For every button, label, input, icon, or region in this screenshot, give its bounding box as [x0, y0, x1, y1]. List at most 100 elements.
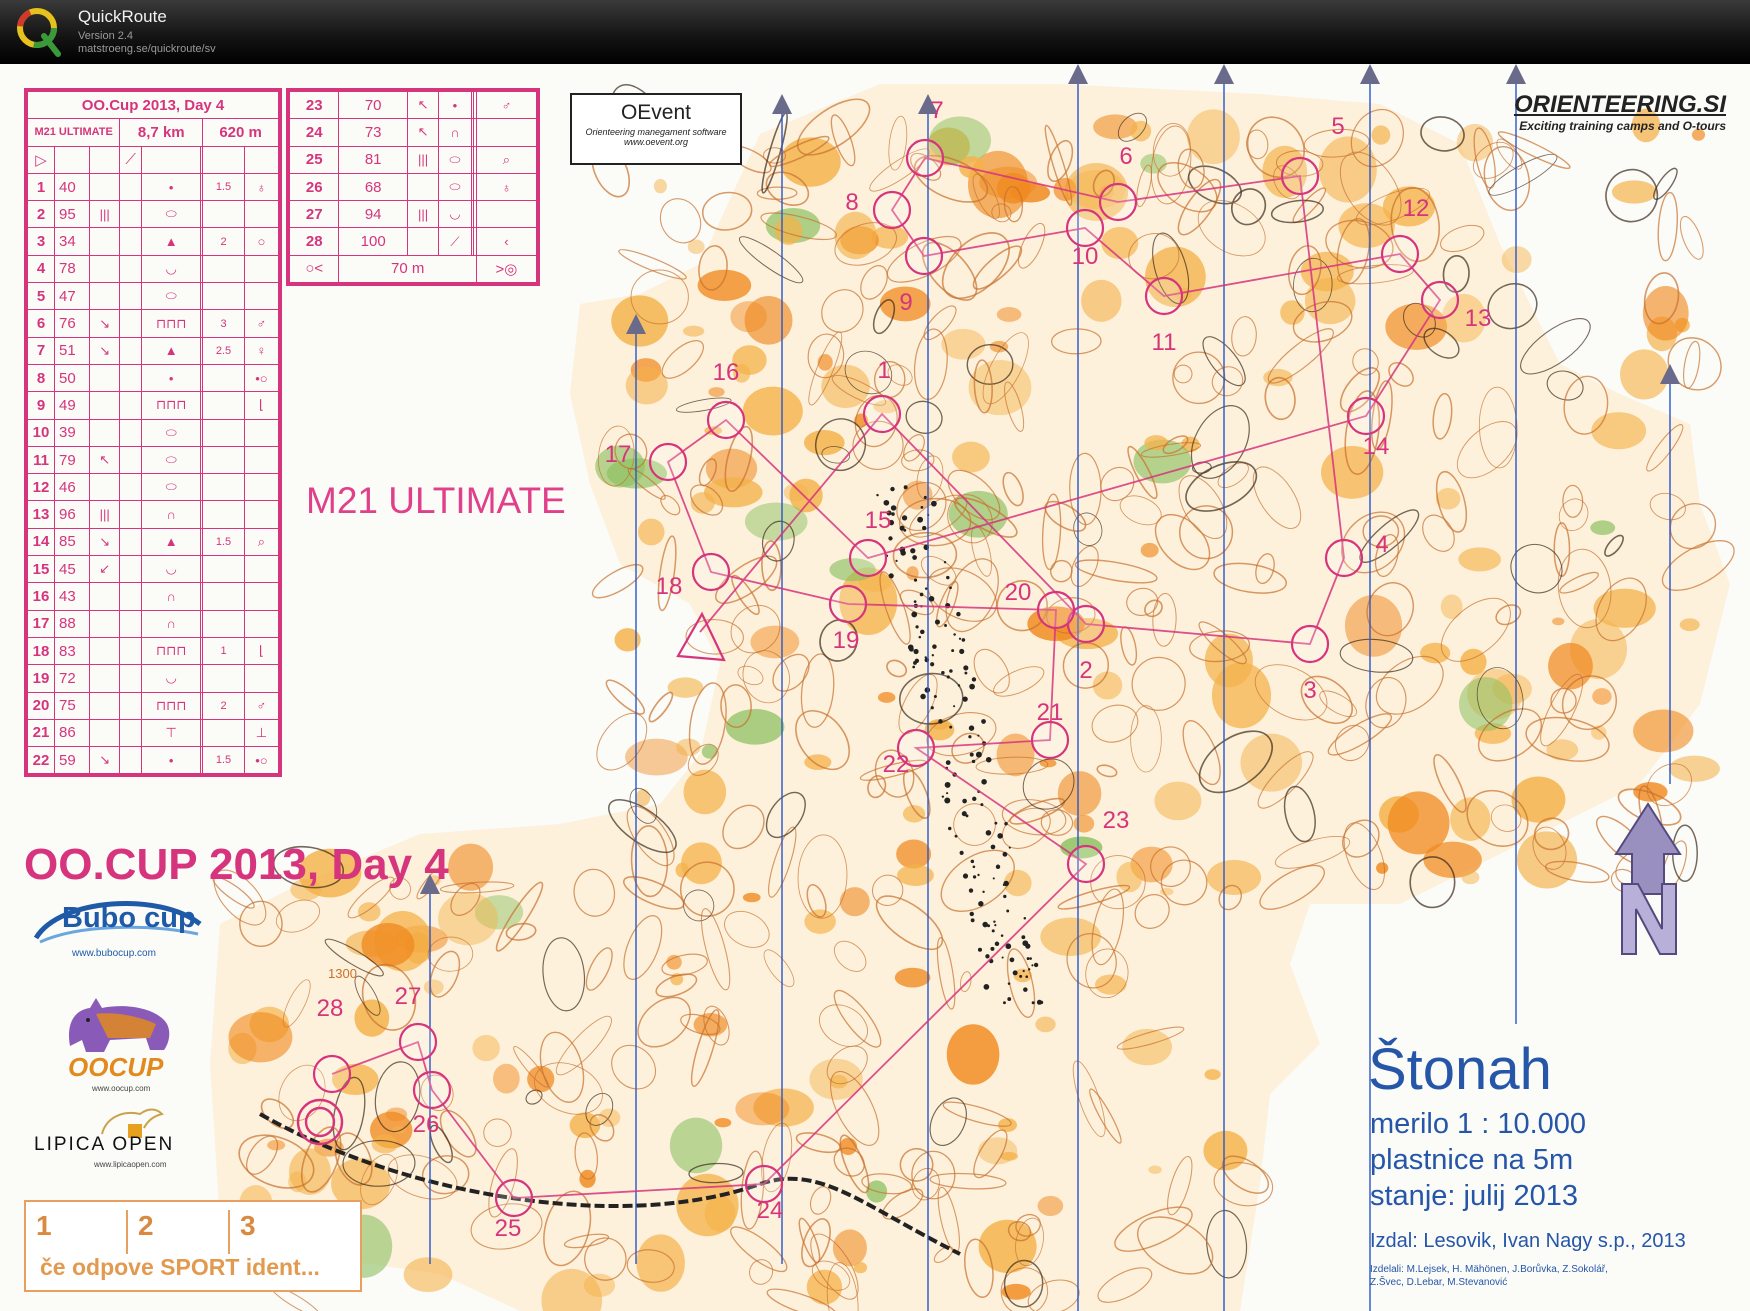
cd-feature-symbol: ◡	[141, 254, 202, 284]
cd-dimension	[202, 718, 245, 748]
control-circle[interactable]	[1290, 624, 1330, 664]
cd-feature-symbol: ⊓⊓⊓	[141, 636, 202, 666]
control-number-label: 23	[1103, 807, 1130, 834]
cd-location-symbol	[243, 500, 280, 529]
cd-feature-symbol: ∩	[141, 609, 202, 638]
cd-control-code: 76	[54, 309, 90, 338]
control-circle[interactable]	[398, 1022, 438, 1062]
cd-dimension	[202, 200, 245, 229]
cd-location-symbol	[243, 609, 280, 638]
control-circle[interactable]	[1144, 276, 1184, 316]
control-circle[interactable]	[1065, 208, 1105, 248]
control-description-row: 7 51 ↘ ▲ 2.5 ♀	[27, 336, 280, 365]
cd-which-feature: ↘	[88, 527, 121, 557]
lipica-open-title: LIPICA OPEN	[34, 1134, 175, 1155]
orienteering-si-title: ORIENTEERING.SI	[1513, 91, 1726, 118]
cd-empty	[119, 363, 143, 393]
map-status: stanje: julij 2013	[1370, 1180, 1578, 1212]
cd-empty	[119, 391, 143, 420]
oocup-url: www.oocup.com	[92, 1084, 151, 1093]
control-description-row: 15 45 ↙ ◡	[27, 555, 280, 584]
cd-dimension: 2.5	[202, 336, 245, 365]
cd-feature-symbol: ▲	[141, 336, 202, 365]
orienteering-map[interactable]: 1 2 3 4 5 6 7 8 9 10 11 12 13 14 15 16 17 18 19 20 21 22 23 24 2…	[0, 64, 1750, 1311]
cd-which-feature	[88, 227, 121, 256]
cd-feature-symbol: ◡	[141, 664, 202, 693]
cd-empty	[119, 172, 143, 202]
cd-location-symbol: ♀	[243, 336, 280, 365]
control-number-label: 1	[877, 357, 890, 384]
cd-dimension	[202, 473, 245, 502]
cd-which-feature: ↖	[406, 118, 440, 147]
cd-dimension: 1.5	[202, 172, 245, 202]
cd-control-number: 15	[27, 555, 55, 584]
app-version: Version 2.4	[78, 30, 134, 42]
cd-dimension	[202, 391, 245, 420]
cd-location-symbol	[243, 200, 280, 229]
cd-location-symbol: ⌊	[243, 636, 280, 666]
orienteering-si-logo: ORIENTEERING.SI Exciting training camps …	[1496, 91, 1726, 133]
start-triangle-icon: ▷	[27, 145, 55, 174]
control-circle[interactable]	[1346, 396, 1386, 436]
cd-control-code: 46	[54, 473, 90, 502]
control-description-row: 12 46 ⬭	[27, 473, 280, 502]
control-circle[interactable]	[862, 394, 902, 434]
control-circle[interactable]	[1420, 280, 1460, 320]
cd-location-symbol	[243, 555, 280, 584]
control-description-row: 8 50 • •○	[27, 363, 280, 393]
cd-control-number: 17	[27, 609, 55, 638]
cd-feature-symbol: ⟋	[438, 227, 472, 256]
cd-control-number: 19	[27, 664, 55, 693]
control-circle[interactable]	[312, 1054, 352, 1094]
control-circle[interactable]	[648, 442, 688, 482]
control-circle[interactable]	[1280, 156, 1320, 196]
control-circle[interactable]	[691, 552, 731, 592]
control-circle[interactable]	[1324, 538, 1364, 578]
control-circle[interactable]	[828, 584, 868, 624]
cd-control-code: 86	[54, 718, 90, 748]
control-circle[interactable]	[904, 236, 944, 276]
app-url[interactable]: matstroeng.se/quickroute/sv	[78, 43, 216, 55]
control-description-row: 6 76 ↘ ⊓⊓⊓ 3 ♂	[27, 309, 280, 338]
control-circle[interactable]	[848, 538, 888, 578]
backup-punch-box: 1 2 3 če odpove SPORT ident...	[24, 1200, 362, 1292]
control-number-label: 27	[395, 983, 422, 1010]
control-circle[interactable]	[412, 1070, 452, 1110]
control-number-label: 17	[605, 441, 632, 468]
cd-location-symbol	[243, 473, 280, 502]
cd-dimension	[202, 555, 245, 584]
control-circle[interactable]	[1098, 182, 1138, 222]
control-circle[interactable]	[706, 400, 746, 440]
control-number-label: 15	[865, 507, 892, 534]
cd-event-title: OO.Cup 2013, Day 4	[27, 90, 279, 120]
map-name: Štonah	[1368, 1037, 1552, 1102]
cd-which-feature: ↙	[88, 555, 121, 584]
cd-feature-symbol: ⬭	[141, 418, 202, 447]
control-description-row: 13 96 ||| ∩	[27, 500, 280, 529]
control-description-row: 5 47 ⬭	[27, 282, 280, 311]
control-circle[interactable]	[905, 138, 945, 178]
control-circle[interactable]	[1380, 234, 1420, 274]
control-circle[interactable]	[1036, 590, 1076, 630]
control-description-row: 20 75 ⊓⊓⊓ 2 ♂	[27, 691, 280, 720]
control-circle[interactable]	[494, 1178, 534, 1218]
control-circle[interactable]	[872, 190, 912, 230]
oevent-subtitle: Orienteering manegament software	[585, 127, 727, 137]
cd-dimension: 2	[202, 227, 245, 256]
control-circle[interactable]	[1030, 720, 1070, 760]
cd-empty	[119, 282, 143, 311]
app-titlebar: QuickRoute Version 2.4 matstroeng.se/qui…	[0, 0, 1750, 64]
oocup-logo: OOCUP www.oocup.com	[60, 994, 180, 1093]
control-number-label: 2	[1079, 657, 1092, 684]
cd-location-symbol	[475, 118, 538, 147]
cd-location-symbol: ⊥	[243, 718, 280, 748]
control-number-label: 10	[1072, 243, 1099, 270]
cd-control-number: 16	[27, 582, 55, 611]
cd-empty	[119, 309, 143, 338]
control-circle[interactable]	[1066, 844, 1106, 884]
lipica-open-logo: LIPICA OPEN www.lipicaopen.com	[32, 1104, 232, 1169]
cd-dimension: 1.5	[202, 527, 245, 557]
cd-empty	[119, 582, 143, 611]
cd-control-code: 100	[338, 227, 408, 256]
cd-empty	[119, 555, 143, 584]
